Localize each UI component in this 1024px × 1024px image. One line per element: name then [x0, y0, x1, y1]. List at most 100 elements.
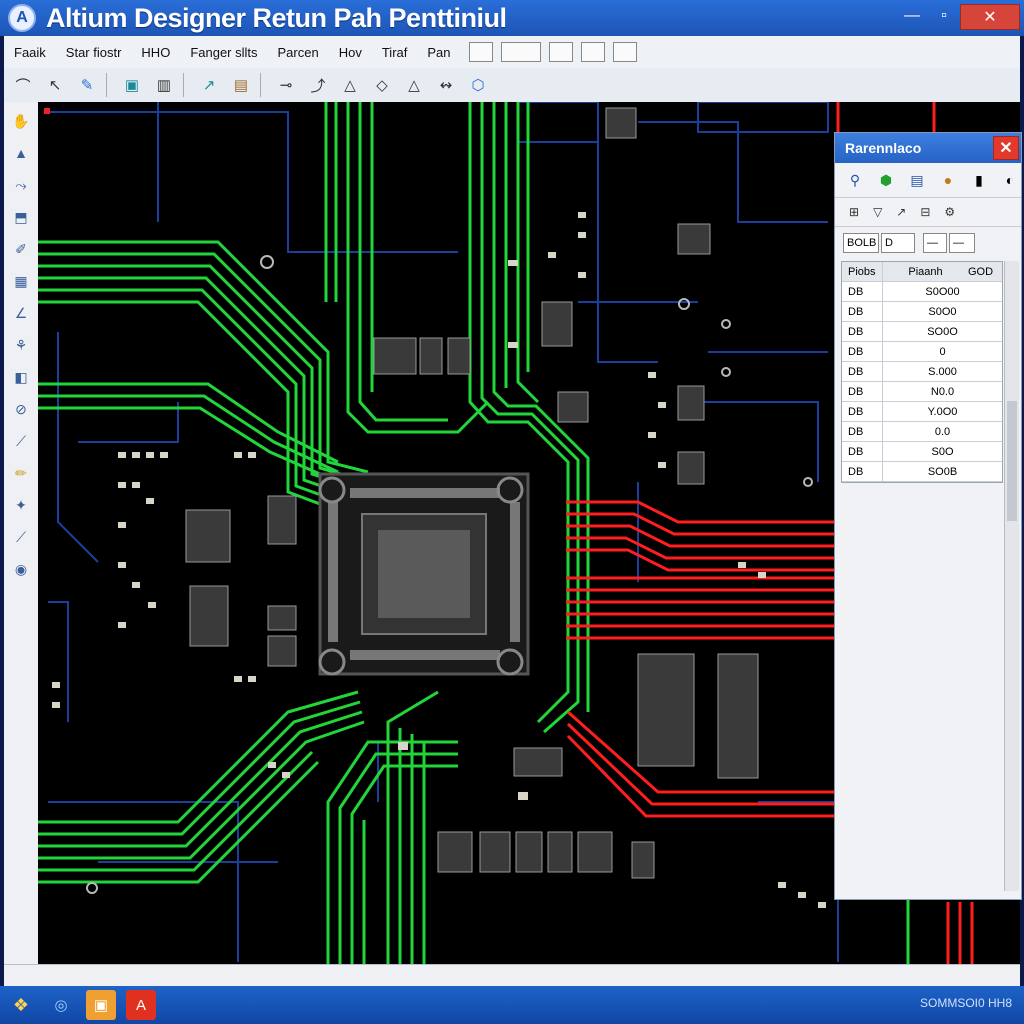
properties-panel: Rarennlaco ✕ ⚲ ⬢ ▤ ● ▮ ◐ ⊞ ▽ ↗ ⊟ ⚙ BOLB … — [834, 132, 1022, 900]
table-cell: SO0O — [927, 325, 958, 338]
table-cell: S0O0 — [928, 305, 957, 318]
mask-icon[interactable]: ⊟ — [920, 205, 930, 219]
panel-field[interactable]: — — [949, 233, 975, 253]
taskbar: ❖ ◎ ▣ A SOMMSOI0 HH8 — [0, 986, 1024, 1024]
table-row[interactable]: DB N0.0 — [842, 382, 1002, 402]
table-row[interactable]: DB S0O00 — [842, 282, 1002, 302]
menu-item[interactable]: Fanger sllts — [190, 45, 257, 60]
library-icon[interactable]: ▦ — [8, 268, 34, 294]
monitor-icon[interactable] — [548, 42, 573, 62]
table-row[interactable]: DB Y.0O0 — [842, 402, 1002, 422]
panel-title-bar: Rarennlaco ✕ — [835, 133, 1021, 163]
track-icon[interactable]: ⊸ — [273, 72, 299, 98]
arrow-icon[interactable]: ↗ — [896, 205, 906, 219]
string-icon[interactable]: ↭ — [433, 72, 459, 98]
paint-icon[interactable]: ✐ — [8, 236, 34, 262]
table-row[interactable]: DB S0O0 — [842, 302, 1002, 322]
panel-close-button[interactable]: ✕ — [993, 136, 1019, 160]
menu-item[interactable]: Parcen — [278, 45, 319, 60]
zoom-icon[interactable]: ⊞ — [849, 205, 859, 219]
eye-icon[interactable]: ◉ — [8, 556, 34, 582]
select-tool-icon[interactable] — [468, 42, 493, 62]
menu-item[interactable]: HHO — [141, 45, 170, 60]
line-icon[interactable]: ∠ — [8, 300, 34, 326]
table-row[interactable]: DB S0O — [842, 442, 1002, 462]
pointer-icon[interactable]: ↖ — [42, 72, 68, 98]
interactive-route-icon[interactable]: ↗ — [196, 72, 222, 98]
table-row[interactable]: DB SO0O — [842, 322, 1002, 342]
highlight-icon[interactable]: ✏ — [8, 460, 34, 486]
table-row[interactable]: DB 0 — [842, 342, 1002, 362]
panel-scrollbar[interactable] — [1004, 261, 1019, 891]
panel-field[interactable]: — — [923, 233, 947, 253]
table-cell: DB — [842, 382, 883, 401]
bar-graph-icon[interactable] — [500, 42, 541, 62]
pen-icon[interactable]: ✎ — [74, 72, 100, 98]
altium-taskbar-icon[interactable]: A — [126, 990, 156, 1020]
table-cell: S.000 — [928, 365, 957, 378]
column-header[interactable]: Piobs — [842, 262, 883, 281]
wire-icon[interactable]: ⟋ — [8, 428, 34, 454]
dimension-icon[interactable]: △ — [401, 72, 427, 98]
move-icon[interactable]: ▲ — [8, 140, 34, 166]
3d-view-icon[interactable]: ⬡ — [465, 72, 491, 98]
column-header[interactable]: Piaanh — [883, 266, 968, 278]
table-cell: DB — [842, 302, 883, 321]
run-icon[interactable]: ⬢ — [875, 169, 897, 191]
polygon-icon[interactable]: △ — [337, 72, 363, 98]
altium-logo-icon: A — [8, 4, 36, 32]
route-icon[interactable]: ⤳ — [8, 172, 34, 198]
panel-field[interactable]: BOLB — [843, 233, 879, 253]
table-row[interactable]: DB SO0B — [842, 462, 1002, 482]
horizontal-scrollbar[interactable] — [4, 964, 1020, 987]
pad-icon[interactable]: ◧ — [8, 364, 34, 390]
report-icon[interactable]: ▤ — [906, 169, 928, 191]
fill-icon[interactable]: ◇ — [369, 72, 395, 98]
inspect-icon[interactable]: ⊘ — [8, 396, 34, 422]
table-cell: SO0B — [927, 465, 958, 478]
start-button[interactable]: ❖ — [6, 990, 36, 1020]
place-part-icon[interactable]: ▤ — [228, 72, 254, 98]
toolbar-divider — [106, 73, 107, 97]
edit-icon[interactable]: ⟋ — [8, 524, 34, 550]
document-icon[interactable] — [580, 42, 605, 62]
funnel-icon[interactable]: ▽ — [873, 205, 882, 219]
net-icon[interactable]: ✦ — [8, 492, 34, 518]
menu-item[interactable]: Tiraf — [382, 45, 408, 60]
scrollbar-thumb[interactable] — [1007, 401, 1017, 521]
panel-field[interactable]: D — [881, 233, 915, 253]
settings-icon[interactable]: ⚙ — [944, 205, 955, 219]
taskbar-clock: SOMMSOI0 HH8 — [919, 996, 1012, 1010]
table-cell: DB — [842, 362, 883, 381]
close-button[interactable]: ✕ — [960, 4, 1020, 30]
tangle-icon[interactable]: ⚘ — [8, 332, 34, 358]
table-cell: DB — [842, 422, 883, 441]
table-row[interactable]: DB S.000 — [842, 362, 1002, 382]
pin-icon[interactable]: ⚲ — [844, 169, 866, 191]
select-icon[interactable]: ✋ — [8, 108, 34, 134]
filter-icon[interactable]: ◐ — [999, 169, 1021, 191]
via-icon[interactable]: ⤴ — [305, 72, 331, 98]
copy-icon[interactable] — [612, 42, 637, 62]
place-icon[interactable]: ⬒ — [8, 204, 34, 230]
menu-item[interactable]: Faaik — [14, 45, 46, 60]
print-icon[interactable]: ▮ — [968, 169, 990, 191]
window-title: Altium Designer Retun Pah Penttiniul — [46, 2, 507, 33]
table-row[interactable]: DB 0.0 — [842, 422, 1002, 442]
explorer-icon[interactable]: ▣ — [86, 990, 116, 1020]
menu-item[interactable]: Hov — [339, 45, 362, 60]
panel-fields: BOLB D — — — [835, 227, 1021, 259]
browser-icon[interactable]: ◎ — [46, 990, 76, 1020]
column-header[interactable]: GOD — [968, 266, 1002, 278]
route-arc-icon[interactable]: ⌒ — [10, 72, 36, 98]
info-icon[interactable]: ● — [937, 169, 959, 191]
minimize-button[interactable]: — — [898, 4, 926, 28]
maximize-button[interactable]: ▫ — [930, 4, 958, 28]
menu-item[interactable]: Pan — [427, 45, 450, 60]
layer-icon[interactable]: ▣ — [119, 72, 145, 98]
menu-item[interactable]: Star fiostr — [66, 45, 122, 60]
component-icon[interactable]: ▥ — [151, 72, 177, 98]
main-toolbar: ⌒ ↖ ✎ ▣ ▥ ↗ ▤ ⊸ ⤴ △ ◇ △ ↭ ⬡ — [4, 68, 1020, 103]
table-cell: S0O — [931, 445, 954, 458]
table-cell: DB — [842, 342, 883, 361]
